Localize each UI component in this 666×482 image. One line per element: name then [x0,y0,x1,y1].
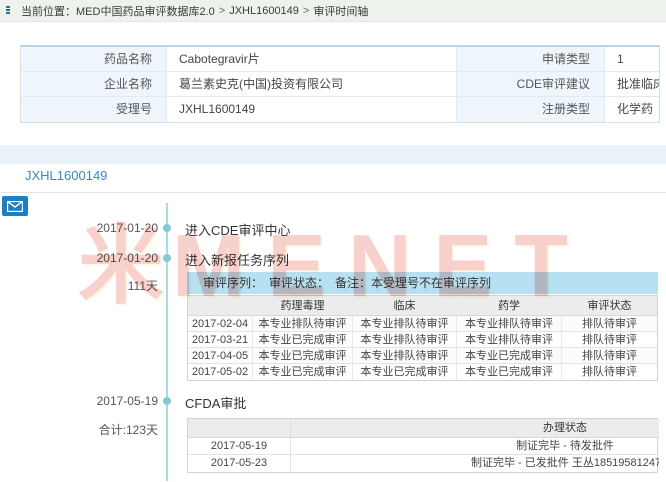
table-cell: 本专业排队待审评 [253,316,353,332]
table-cell: 排队待审评 [562,316,657,332]
timeline-line [166,203,168,481]
table-cell: 排队待审评 [562,348,657,364]
breadcrumb-segment-timeline[interactable]: 审评时间轴 [313,3,368,19]
table-cell-spacer [291,455,471,472]
table-cell-status: 制证完毕 - 已发批件 王丛18519581247 [471,455,659,472]
duration-label: 111天 [0,277,158,294]
event-date: 2017-01-20 [0,221,158,235]
table-cell: 本专业已完成审评 [253,348,353,364]
review-note-bar: 审评序列： 审评状态： 备注：本受理号不在审评序列 [187,272,658,294]
breadcrumb: 当前位置： MED中国药品审评数据库2.0 > JXHL1600149 > 审评… [0,0,666,22]
table-cell: 排队待审评 [562,364,657,380]
table-cell: 本专业已完成审评 [253,364,353,380]
table-cell-date: 2017-05-19 [188,438,291,455]
timeline-dot [163,397,171,405]
event-title-cde-entry: 进入CDE审评中心 [185,220,290,239]
timeline-dot [163,224,171,232]
table-header-review-status: 审评状态 [562,296,657,316]
table-header-spacer [291,419,471,438]
table-cell: 本专业排队待审评 [457,316,562,332]
approval-status-table: 办理状态 2017-05-19 制证完毕 - 待发批件 2017-05-23 制… [187,418,658,473]
table-cell-date: 2017-04-05 [188,348,253,364]
acceptance-number-heading: JXHL1600149 [25,168,107,183]
table-cell-date: 2017-05-02 [188,364,253,380]
table-header-cell [188,419,291,438]
application-type-label: 申请类型 [457,47,605,72]
table-header-cell [188,296,253,316]
table-cell: 本专业已完成审评 [457,364,562,380]
list-icon [6,5,17,16]
registration-type-value: 化学药 [605,97,659,122]
event-title-cfda-approval: CFDA审批 [185,393,246,412]
section-divider-band [0,145,666,164]
table-cell: 排队待审评 [562,332,657,348]
event-date: 2017-01-20 [0,251,158,265]
breadcrumb-prefix: 当前位置： [21,3,76,19]
application-type-value: 1 [605,47,659,72]
table-header-pharmacy: 药学 [457,296,562,316]
timeline-dot [163,254,171,262]
event-date: 2017-05-19 [0,394,158,408]
breadcrumb-segment-acceptance-no[interactable]: JXHL1600149 [229,5,299,17]
table-header-processing-status: 办理状态 [471,419,659,438]
table-header-pharmtox: 药理毒理 [253,296,353,316]
envelope-icon [7,201,23,212]
event-title-new-task-queue: 进入新报任务序列 [185,250,289,269]
page: 当前位置： MED中国药品审评数据库2.0 > JXHL1600149 > 审评… [0,0,666,482]
company-name-label: 企业名称 [21,72,167,97]
cde-recommendation-label: CDE审评建议 [457,72,605,97]
table-cell: 本专业排队待审评 [353,316,457,332]
table-cell-date: 2017-02-04 [188,316,253,332]
table-cell-status: 制证完毕 - 待发批件 [471,438,659,455]
breadcrumb-separator: > [303,5,309,17]
drug-info-table: 药品名称 Cabotegravir片 申请类型 1 企业名称 葛兰素史克(中国)… [20,45,660,123]
table-cell: 本专业已完成审评 [457,348,562,364]
cde-recommendation-value: 批准临床 [605,72,659,97]
table-cell-date: 2017-03-21 [188,332,253,348]
company-name-value: 葛兰素史克(中国)投资有限公司 [167,72,457,97]
registration-type-label: 注册类型 [457,97,605,122]
breadcrumb-separator: > [219,5,225,17]
table-cell: 本专业已完成审评 [353,364,457,380]
acceptance-no-label: 受理号 [21,97,167,122]
table-header-clinical: 临床 [353,296,457,316]
breadcrumb-segment-database[interactable]: MED中国药品审评数据库2.0 [76,3,215,19]
review-status-table: 药理毒理 临床 药学 审评状态 2017-02-04 本专业排队待审评 本专业排… [187,295,658,381]
table-cell: 本专业已完成审评 [253,332,353,348]
table-cell: 本专业排队待审评 [353,332,457,348]
table-cell: 本专业排队待审评 [353,348,457,364]
total-duration-label: 合计:123天 [0,421,158,438]
drug-name-label: 药品名称 [21,47,167,72]
mail-button[interactable] [2,196,28,216]
table-cell-date: 2017-05-23 [188,455,291,472]
drug-name-value: Cabotegravir片 [167,47,457,72]
heading-divider [0,192,666,193]
acceptance-no-value: JXHL1600149 [167,97,457,122]
table-cell-spacer [291,438,471,455]
table-cell: 本专业排队待审评 [457,332,562,348]
